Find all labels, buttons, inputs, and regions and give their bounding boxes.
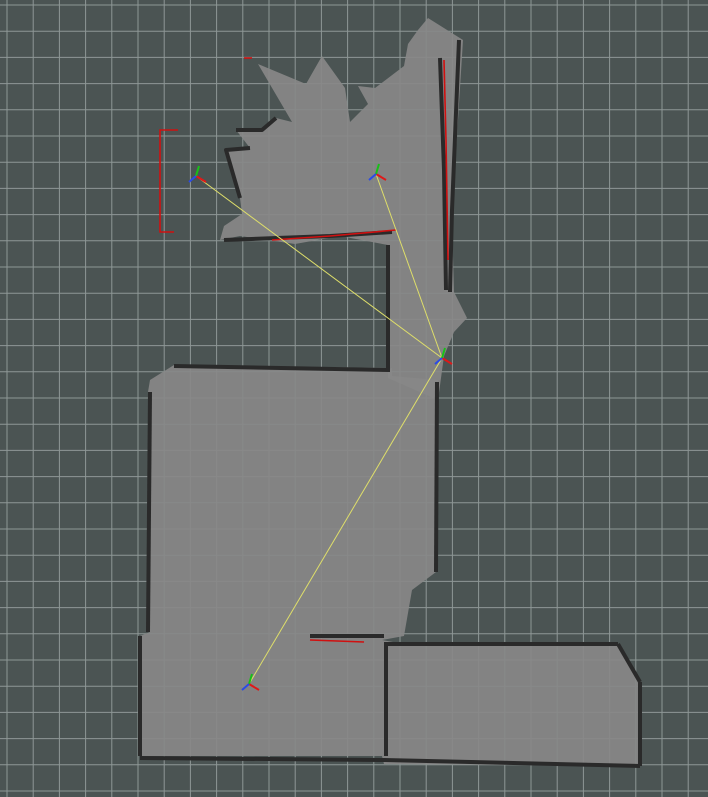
map-free-space-lower [140,365,640,766]
occupancy-map [140,18,640,766]
frame-axis [195,175,207,183]
rviz-3d-viewport[interactable] [0,0,708,797]
frame-axis [441,357,453,365]
wall-lower-left [146,391,152,633]
scan-left-bracket [159,129,178,233]
tf-frame-axes[interactable] [188,165,207,183]
map-free-space-upper [220,18,467,400]
wall-lower-right [434,381,439,573]
frame-axis [195,165,200,177]
occupancy-grid-map-canvas [0,0,708,797]
